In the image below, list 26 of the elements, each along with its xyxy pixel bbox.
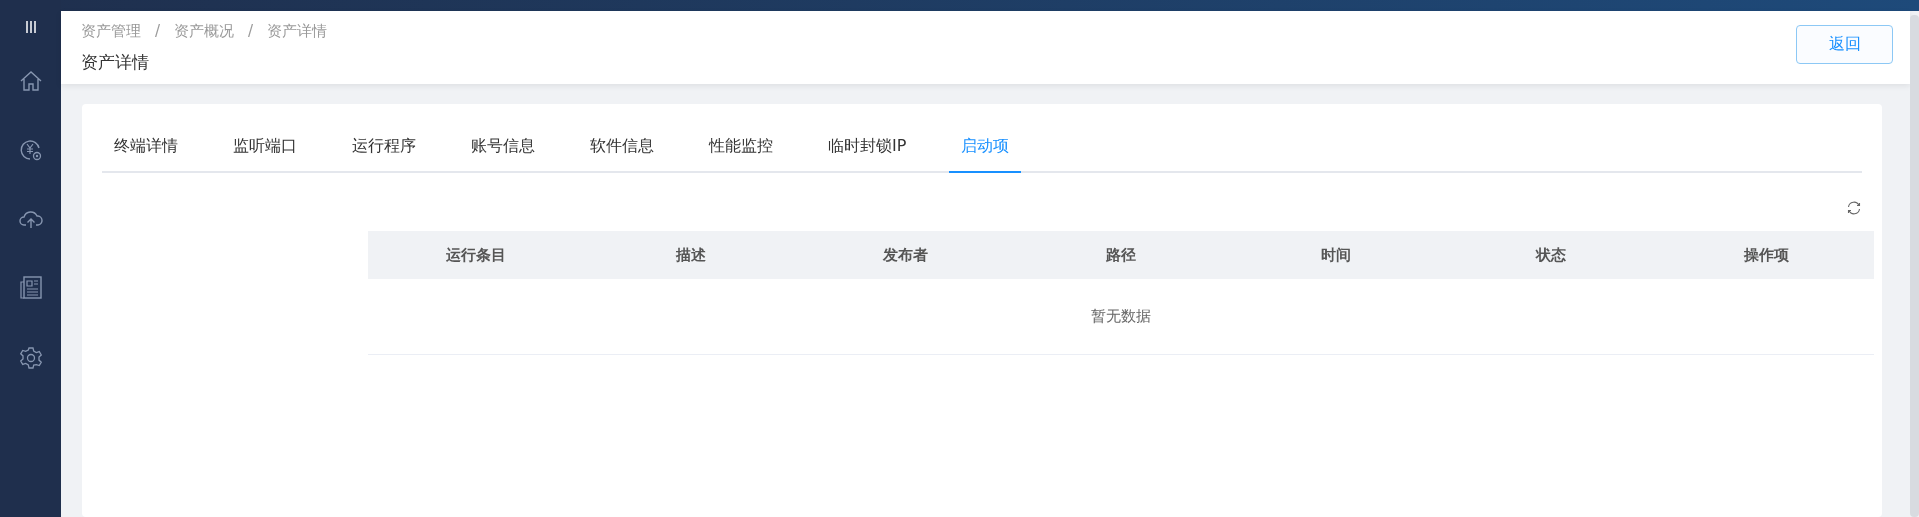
tab[interactable]: 软件信息: [578, 124, 666, 173]
home-icon[interactable]: [19, 71, 42, 91]
empty-message: 暂无数据: [1091, 307, 1151, 326]
column-header: 发布者: [883, 245, 929, 265]
yen-gear-icon[interactable]: [18, 138, 43, 162]
column-header: 运行条目: [445, 245, 506, 265]
tab[interactable]: 监听端口: [221, 124, 309, 173]
tab[interactable]: 终端详情: [102, 124, 190, 173]
tab[interactable]: 账号信息: [459, 124, 547, 173]
tab[interactable]: 性能监控: [697, 124, 785, 173]
menu-icon[interactable]: [24, 20, 37, 34]
column-header: 时间: [1321, 245, 1352, 265]
cloud-upload-icon[interactable]: [18, 209, 43, 229]
column-header: 路径: [1106, 245, 1136, 265]
column-header: 操作项: [1743, 245, 1789, 265]
breadcrumb-separator: /: [248, 22, 254, 40]
settings-icon[interactable]: [19, 347, 42, 369]
scrollbar[interactable]: [1910, 15, 1919, 517]
column-header: 描述: [675, 245, 706, 265]
column-header: 状态: [1536, 245, 1567, 265]
tab[interactable]: 运行程序: [340, 124, 428, 173]
refresh-icon[interactable]: [1846, 201, 1862, 215]
breadcrumb-separator: /: [155, 22, 161, 40]
page-title: 资产详情: [81, 50, 150, 74]
tab[interactable]: 临时封锁IP: [816, 124, 919, 173]
newspaper-icon[interactable]: [19, 276, 42, 300]
